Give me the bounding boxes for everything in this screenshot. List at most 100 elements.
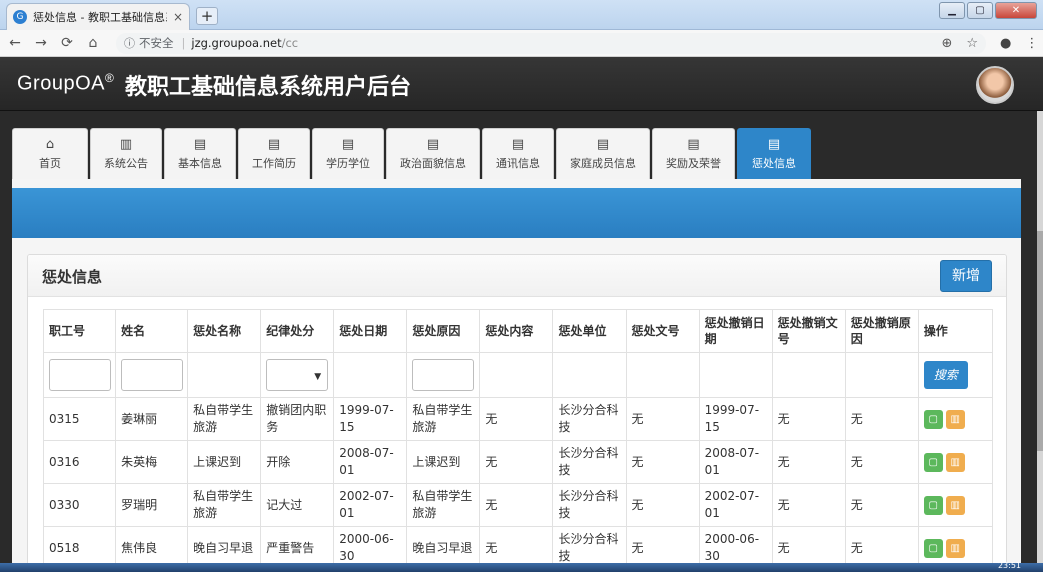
user-avatar[interactable] bbox=[976, 66, 1014, 104]
tab-label: 通讯信息 bbox=[496, 157, 540, 170]
table-cell: 2008-07-01 bbox=[333, 440, 408, 484]
table-cell: 无 bbox=[844, 483, 919, 527]
url-host: jzg.groupoa.net bbox=[191, 36, 282, 50]
tab-family-members[interactable]: ▤ 家庭成员信息 bbox=[556, 128, 650, 179]
tab-political-status[interactable]: ▤ 政治面貌信息 bbox=[386, 128, 480, 179]
table-cell: 2008-07-01 bbox=[698, 440, 773, 484]
forward-arrow-icon[interactable]: → bbox=[30, 35, 52, 51]
reason-filter-input[interactable] bbox=[412, 359, 475, 391]
bookmark-star-icon[interactable]: ☆ bbox=[966, 36, 978, 51]
brand-name: GroupOA bbox=[17, 72, 105, 95]
profile-icon[interactable]: ● bbox=[1000, 36, 1011, 51]
column-header: 职工号 bbox=[42, 309, 117, 353]
tab-education[interactable]: ▤ 学历学位 bbox=[312, 128, 384, 179]
table-cell: 记大过 bbox=[260, 483, 335, 527]
zoom-icon[interactable]: ⊕ bbox=[941, 36, 952, 51]
column-header: 惩处撤销原因 bbox=[844, 309, 919, 353]
column-header: 惩处原因 bbox=[406, 309, 481, 353]
discipline-table: 职工号 姓名 惩处名称 纪律处分 惩处日期 惩处原因 惩处内容 惩处单位 惩处文… bbox=[42, 309, 994, 570]
edit-icon[interactable]: ▢ bbox=[923, 495, 943, 515]
close-tab-icon[interactable]: × bbox=[173, 10, 183, 24]
url-separator: | bbox=[181, 36, 186, 50]
table-cell: 上课迟到 bbox=[406, 440, 481, 484]
section-banner bbox=[12, 188, 1021, 238]
table-cell: 私自带学生旅游 bbox=[406, 483, 481, 527]
column-header: 惩处日期 bbox=[333, 309, 408, 353]
staff-id-filter-input[interactable] bbox=[49, 359, 111, 391]
home-icon[interactable]: ⌂ bbox=[82, 35, 104, 51]
table-cell: 2002-07-01 bbox=[698, 483, 773, 527]
table-row[interactable]: 0315 姜琳丽 私自带学生旅游 撤销团内职务 1999-07-15 私自带学生… bbox=[42, 397, 994, 441]
scrollbar-thumb[interactable] bbox=[1037, 231, 1043, 451]
table-cell: 无 bbox=[771, 397, 846, 441]
table-row[interactable]: 0330 罗瑞明 私自带学生旅游 记大过 2002-07-01 私自带学生旅游 … bbox=[42, 483, 994, 527]
discipline-type-select[interactable]: ▼ bbox=[266, 359, 329, 391]
new-tab-button[interactable]: + bbox=[196, 7, 218, 25]
tab-announcements[interactable]: ▥ 系统公告 bbox=[90, 128, 162, 179]
tab-label: 政治面貌信息 bbox=[400, 157, 466, 170]
tab-work-history[interactable]: ▤ 工作简历 bbox=[238, 128, 310, 179]
browser-tab[interactable]: G 惩处信息 - 教职工基础信息系统 × bbox=[6, 3, 190, 30]
table-row[interactable]: 0316 朱英梅 上课迟到 开除 2008-07-01 上课迟到 无 长沙分合科… bbox=[42, 440, 994, 484]
edit-icon[interactable]: ▢ bbox=[923, 409, 943, 429]
browser-menu-area: ● ⋮ bbox=[1000, 36, 1038, 51]
table-cell: 无 bbox=[479, 483, 554, 527]
table-cell: 长沙分合科技 bbox=[552, 440, 627, 484]
table-cell: 1999-07-15 bbox=[333, 397, 408, 441]
table-cell: 无 bbox=[625, 483, 700, 527]
table-cell: 无 bbox=[479, 397, 554, 441]
column-header: 惩处单位 bbox=[552, 309, 627, 353]
minimize-window-button[interactable]: ▁ bbox=[939, 2, 965, 19]
edit-icon[interactable]: ▢ bbox=[923, 538, 943, 558]
book-icon: ▤ bbox=[767, 137, 781, 152]
browser-menu-icon[interactable]: ⋮ bbox=[1025, 36, 1038, 51]
close-window-button[interactable]: ✕ bbox=[995, 2, 1037, 19]
search-button[interactable]: 搜索 bbox=[923, 361, 968, 389]
book-icon: ▤ bbox=[193, 137, 207, 152]
tab-basic-info[interactable]: ▤ 基本信息 bbox=[164, 128, 236, 179]
tab-home[interactable]: ⌂ 首页 bbox=[12, 128, 88, 179]
tab-label: 奖励及荣誉 bbox=[666, 157, 721, 170]
delete-icon[interactable]: ▥ bbox=[945, 538, 965, 558]
app-header: GroupOA® 教职工基础信息系统用户后台 bbox=[0, 57, 1043, 111]
row-actions: ▢ ▥ bbox=[917, 440, 994, 484]
book-icon: ▤ bbox=[341, 137, 355, 152]
table-cell: 开除 bbox=[260, 440, 335, 484]
tab-label: 系统公告 bbox=[104, 157, 148, 170]
panel-header: 惩处信息 新增 bbox=[28, 255, 1006, 297]
brand-logo[interactable]: GroupOA® bbox=[17, 71, 114, 96]
column-header: 操作 bbox=[917, 309, 994, 353]
table-cell: 长沙分合科技 bbox=[552, 483, 627, 527]
delete-icon[interactable]: ▥ bbox=[945, 495, 965, 515]
page-scrollbar[interactable] bbox=[1037, 111, 1043, 563]
reload-icon[interactable]: ⟳ bbox=[56, 35, 78, 51]
site-info-icon[interactable]: ⓘ bbox=[124, 35, 135, 51]
delete-icon[interactable]: ▥ bbox=[945, 452, 965, 472]
table-cell: 姜琳丽 bbox=[115, 397, 189, 441]
book-icon: ▤ bbox=[267, 137, 281, 152]
filter-row: ▼ 搜索 bbox=[42, 352, 994, 398]
module-nav: ⌂ 首页 ▥ 系统公告 ▤ 基本信息 ▤ 工作简历 ▤ 学历学位 ▤ 政治面貌信息 ▤ 通讯信… bbox=[12, 128, 811, 179]
maximize-window-button[interactable]: ▢ bbox=[967, 2, 993, 19]
tab-contact-info[interactable]: ▤ 通讯信息 bbox=[482, 128, 554, 179]
table-cell: 0330 bbox=[42, 483, 117, 527]
tab-awards[interactable]: ▤ 奖励及荣誉 bbox=[652, 128, 735, 179]
chevron-down-icon: ▼ bbox=[314, 372, 322, 382]
address-bar[interactable]: ⓘ 不安全 | jzg.groupoa.net/cc ⊕ ☆ bbox=[116, 32, 986, 54]
table-cell: 0316 bbox=[42, 440, 117, 484]
table-cell: 朱英梅 bbox=[115, 440, 189, 484]
tab-discipline[interactable]: ▤ 惩处信息 bbox=[737, 128, 811, 179]
table-cell: 0315 bbox=[42, 397, 117, 441]
security-label: 不安全 bbox=[139, 36, 174, 50]
table-cell: 无 bbox=[625, 440, 700, 484]
tab-label: 首页 bbox=[39, 157, 61, 170]
add-button[interactable]: 新增 bbox=[940, 260, 992, 292]
table-cell: 罗瑞明 bbox=[115, 483, 189, 527]
delete-icon[interactable]: ▥ bbox=[945, 409, 965, 429]
edit-icon[interactable]: ▢ bbox=[923, 452, 943, 472]
app-title: 教职工基础信息系统用户后台 bbox=[125, 75, 412, 100]
tab-label: 学历学位 bbox=[326, 157, 370, 170]
name-filter-input[interactable] bbox=[121, 359, 184, 391]
address-bar-actions: ⊕ ☆ bbox=[941, 36, 978, 51]
back-arrow-icon[interactable]: ← bbox=[4, 35, 26, 51]
